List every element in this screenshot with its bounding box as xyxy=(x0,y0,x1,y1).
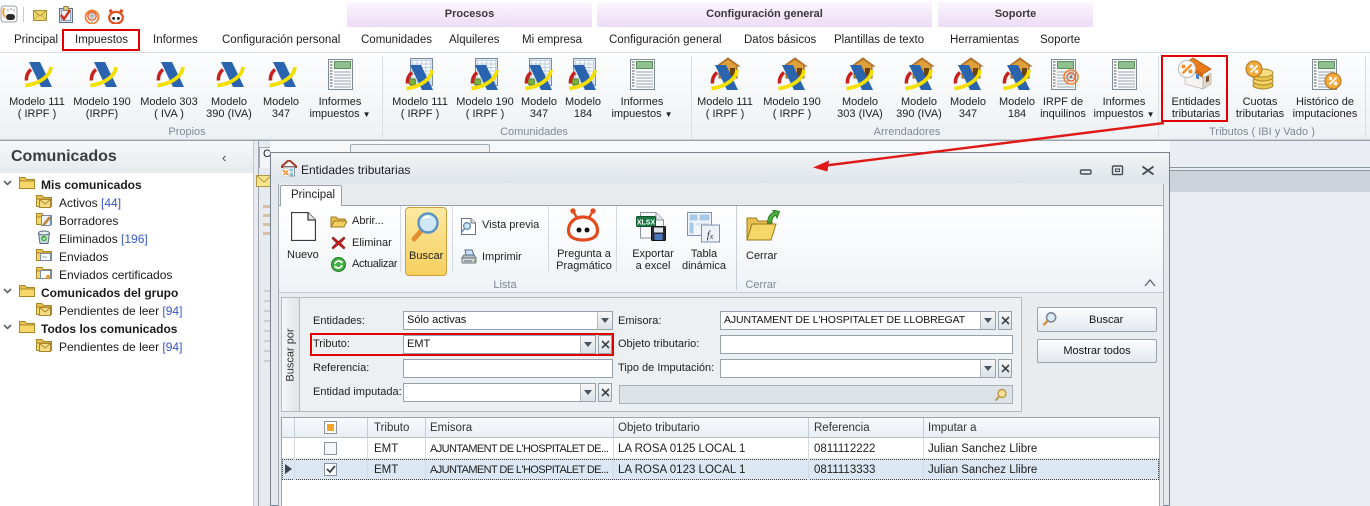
svg-text:XLSX: XLSX xyxy=(637,220,656,227)
